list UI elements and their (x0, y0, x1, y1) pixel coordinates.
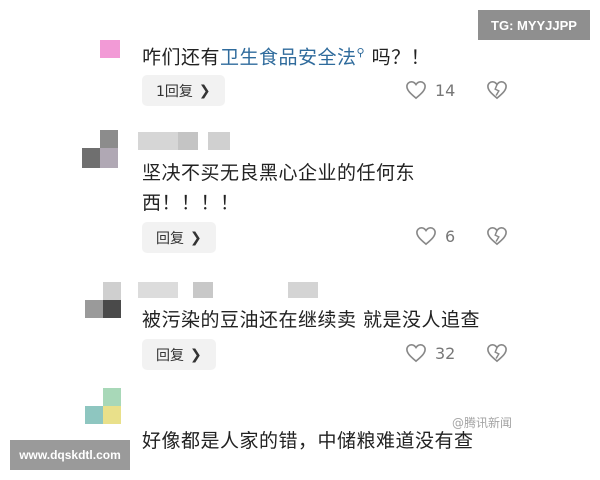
chevron-right-icon: ❯ (198, 82, 211, 99)
dislike-button[interactable] (486, 80, 508, 104)
comment-text: 好像都是人家的错，中储粮难道没有查 (142, 430, 474, 452)
like-button[interactable]: 6 (415, 226, 455, 246)
comment-text: 坚决不买无良黑心企业的任何东 西！！！！ (142, 158, 415, 218)
broken-heart-icon (487, 343, 507, 363)
blurred-username (138, 282, 338, 300)
site-watermark: www.dqskdtl.com (10, 440, 130, 470)
reply-button-label: 1回复 (156, 83, 193, 100)
like-button[interactable]: 32 (405, 343, 455, 363)
source-watermark: @腾讯新闻 (452, 416, 513, 430)
chevron-right-icon: ❯ (190, 346, 202, 363)
reply-button[interactable]: 回复 ❯ (142, 222, 216, 253)
like-count: 14 (435, 80, 456, 100)
search-icon: ⚲ (356, 46, 366, 59)
avatar (82, 130, 120, 170)
reply-button[interactable]: 1回复 ❯ (142, 75, 225, 106)
broken-heart-icon (487, 80, 507, 100)
chevron-right-icon: ❯ (190, 229, 202, 246)
like-count: 6 (445, 226, 456, 246)
heart-outline-icon (406, 80, 426, 100)
law-link[interactable]: 卫生食品安全法 (220, 46, 357, 68)
avatar (85, 282, 121, 318)
comment-text-prefix: 咋们还有 (142, 46, 221, 69)
dislike-button[interactable] (486, 343, 508, 367)
comment-text: 咋们还有卫生食品安全法⚲ 吗？！ (142, 38, 430, 72)
broken-heart-icon (487, 226, 507, 246)
comment-text-line: 坚决不买无良黑心企业的任何东 (142, 162, 416, 184)
comment-text-line: 西！！！！ (142, 192, 240, 214)
reply-button-label: 回复 (156, 347, 184, 364)
tg-watermark: TG: MYYJJPP (478, 10, 590, 40)
reply-button[interactable]: 回复 ❯ (142, 339, 216, 370)
avatar (100, 40, 120, 58)
blurred-username (138, 132, 233, 150)
comment-text-suffix: 吗？！ (365, 46, 431, 69)
avatar (85, 388, 121, 426)
reply-button-label: 回复 (156, 230, 184, 247)
heart-outline-icon (416, 226, 436, 246)
like-count: 32 (435, 343, 456, 363)
comment-text: 被污染的豆油还在继续卖 就是没人追查 (142, 309, 481, 331)
like-button[interactable]: 14 (405, 80, 455, 100)
heart-outline-icon (406, 343, 426, 363)
dislike-button[interactable] (486, 226, 508, 250)
